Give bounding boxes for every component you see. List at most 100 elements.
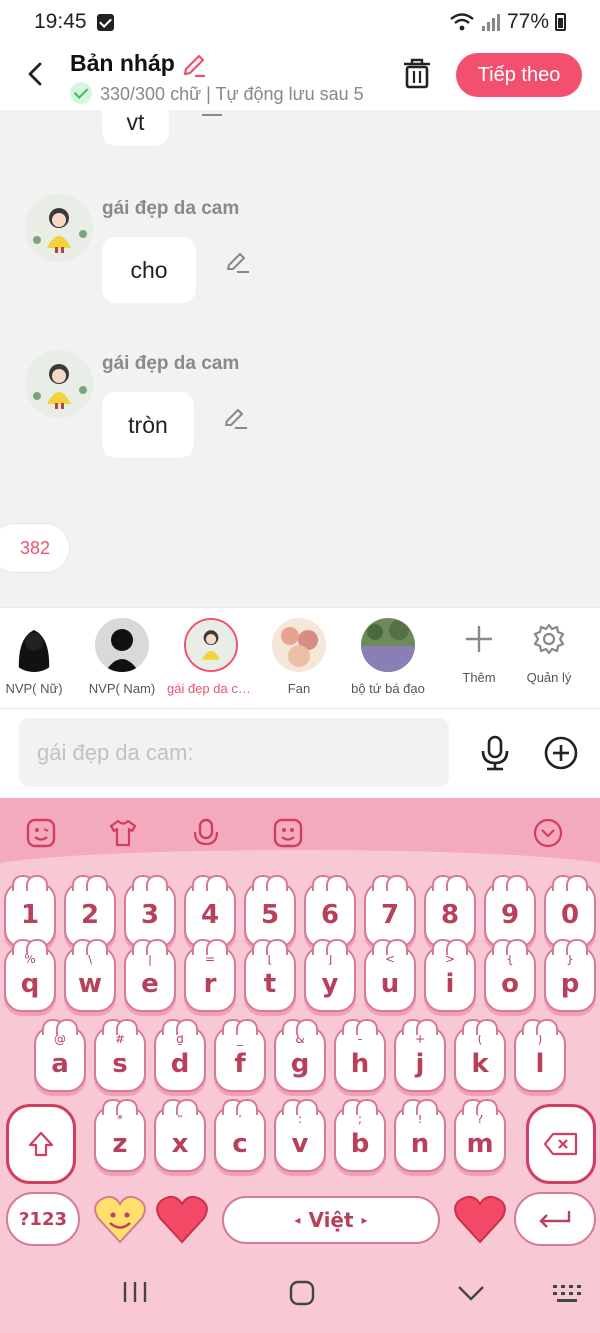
key-r[interactable]: = r	[184, 939, 236, 1012]
key-x[interactable]: " x	[154, 1099, 206, 1172]
key-m[interactable]: ? m	[454, 1099, 506, 1172]
system-nav-bar	[0, 1250, 600, 1333]
keyboard: 1 2 3 4 5 6 7 8 9 0 % q \ w | e = r [t ] y < u…	[0, 798, 600, 1250]
key-w[interactable]: \ w	[64, 939, 116, 1012]
key-c[interactable]: ' c	[214, 1099, 266, 1172]
symbols-key-label: ?123	[18, 1208, 67, 1230]
message-bubble[interactable]: tròn	[102, 392, 194, 458]
word-count: 382	[19, 537, 51, 558]
notification-check-icon	[96, 13, 114, 31]
heart-key[interactable]	[154, 1190, 210, 1246]
key-a[interactable]: @ a	[34, 1019, 86, 1092]
keyboard-switch-icon[interactable]	[552, 1284, 582, 1304]
status-bar: 19:45 77%	[0, 0, 600, 44]
edit-message-icon[interactable]	[200, 110, 224, 118]
key-b[interactable]: ; b	[334, 1099, 386, 1172]
key-0[interactable]: 0	[544, 875, 596, 948]
character-label: gái đẹp da cam	[167, 681, 256, 696]
symbols-key[interactable]: ?123	[6, 1192, 80, 1246]
emoji-sticker-icon[interactable]	[26, 818, 56, 848]
key-z[interactable]: * z	[94, 1099, 146, 1172]
key-3[interactable]: 3	[124, 875, 176, 948]
key-o[interactable]: {o	[484, 939, 536, 1012]
trash-icon[interactable]	[400, 56, 434, 90]
emoji-icon[interactable]	[273, 818, 303, 848]
recent-apps-icon[interactable]	[122, 1280, 148, 1304]
key-q[interactable]: % q	[4, 939, 56, 1012]
message-input[interactable]	[19, 718, 449, 787]
space-left-arrow: ◂	[294, 1213, 301, 1227]
voice-input-icon[interactable]	[191, 818, 221, 848]
key-h[interactable]: -h	[334, 1019, 386, 1092]
character-strip: NVP( Nữ) NVP( Nam) gái đẹp da cam Fan bộ…	[0, 607, 600, 709]
chat-area[interactable]: vt gái đẹp da cam cho gái đẹp da cam trò…	[0, 110, 600, 607]
character-avatar	[361, 618, 415, 672]
sender-name: gái đẹp da cam	[102, 198, 240, 219]
key-e[interactable]: | e	[124, 939, 176, 1012]
heart-key[interactable]	[452, 1190, 508, 1246]
edit-title-icon[interactable]	[181, 52, 207, 78]
gear-icon	[533, 623, 565, 655]
key-8[interactable]: 8	[424, 875, 476, 948]
microphone-icon[interactable]	[478, 735, 512, 771]
edit-message-icon[interactable]	[225, 250, 251, 274]
key-k[interactable]: (k	[454, 1019, 506, 1092]
avatar[interactable]	[25, 194, 93, 262]
back-arrow-icon[interactable]	[22, 60, 50, 88]
key-d[interactable]: ₫ d	[154, 1019, 206, 1092]
key-u[interactable]: < u	[364, 939, 416, 1012]
key-j[interactable]: + j	[394, 1019, 446, 1092]
character-avatar	[7, 618, 61, 672]
character-avatar	[184, 618, 238, 672]
message-text: vt	[126, 110, 145, 135]
key-t[interactable]: [t	[244, 939, 296, 1012]
key-9[interactable]: 9	[484, 875, 536, 948]
home-icon[interactable]	[289, 1280, 315, 1306]
message-text: tròn	[128, 411, 168, 438]
key-l[interactable]: ) l	[514, 1019, 566, 1092]
key-2[interactable]: 2	[64, 875, 116, 948]
compose-bar	[0, 709, 600, 798]
backspace-key[interactable]	[526, 1104, 596, 1184]
avatar-image	[25, 350, 93, 418]
message-bubble[interactable]: vt	[102, 110, 169, 146]
heart-icon	[454, 1195, 506, 1244]
draft-status-text: 330/300 chữ | Tự động lưu sau 5	[100, 84, 364, 104]
next-button[interactable]: Tiếp theo	[456, 53, 582, 97]
theme-shirt-icon[interactable]	[108, 818, 138, 848]
character-label: Fan	[287, 681, 311, 696]
key-p[interactable]: } p	[544, 939, 596, 1012]
key-5[interactable]: 5	[244, 875, 296, 948]
key-s[interactable]: # s	[94, 1019, 146, 1092]
message-bubble[interactable]: cho	[102, 237, 196, 303]
space-key[interactable]: ◂ Việt ▸	[222, 1196, 440, 1244]
plus-icon	[466, 626, 492, 652]
battery-icon	[555, 13, 566, 31]
key-g[interactable]: & g	[274, 1019, 326, 1092]
key-f[interactable]: _ f	[214, 1019, 266, 1092]
back-chevron-icon[interactable]	[457, 1284, 485, 1302]
key-4[interactable]: 4	[184, 875, 236, 948]
add-attachment-icon[interactable]	[543, 735, 579, 771]
key-i[interactable]: > i	[424, 939, 476, 1012]
key-1[interactable]: 1	[4, 875, 56, 948]
word-count-chip[interactable]: 382	[0, 523, 70, 573]
message-text: cho	[130, 256, 168, 283]
app-header: Bản nháp 330/300 chữ | Tự động lưu sau 5…	[0, 44, 600, 110]
emoji-heart-key[interactable]	[92, 1190, 148, 1246]
draft-status: 330/300 chữ | Tự động lưu sau 5	[70, 82, 376, 106]
character-avatar	[95, 618, 149, 672]
status-time: 19:45	[34, 10, 87, 33]
enter-key[interactable]	[514, 1192, 596, 1246]
key-y[interactable]: ] y	[304, 939, 356, 1012]
key-7[interactable]: 7	[364, 875, 416, 948]
shift-key[interactable]	[6, 1104, 76, 1184]
collapse-keyboard-icon[interactable]	[533, 818, 563, 848]
edit-message-icon[interactable]	[223, 406, 249, 430]
key-v[interactable]: :v	[274, 1099, 326, 1172]
avatar[interactable]	[25, 350, 93, 418]
key-n[interactable]: ! n	[394, 1099, 446, 1172]
saved-check-icon	[70, 82, 92, 104]
enter-icon	[539, 1211, 571, 1228]
key-6[interactable]: 6	[304, 875, 356, 948]
